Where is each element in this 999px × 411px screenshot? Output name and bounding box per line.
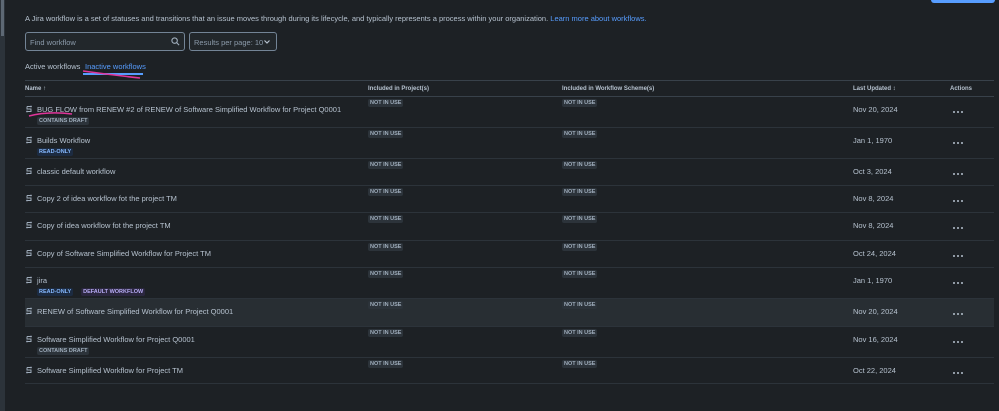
workflow-name-link[interactable]: Builds Workflow — [37, 136, 90, 145]
more-actions-icon[interactable] — [951, 337, 965, 347]
workflow-icon — [25, 221, 33, 229]
intro-text: A Jira workflow is a set of statuses and… — [25, 14, 647, 23]
primary-button[interactable] — [931, 0, 995, 3]
column-updated-header[interactable]: Last Updated ↕ — [853, 86, 896, 92]
table-row[interactable]: Software Simplified Workflow for Project… — [25, 327, 994, 358]
table-header: Name ↑ Included in Project(s) Included i… — [25, 84, 994, 96]
table-row[interactable]: Copy 2 of idea workflow fot the project … — [25, 186, 994, 213]
scrollbar-thumb[interactable] — [1, 0, 4, 36]
scrollbar[interactable] — [0, 0, 5, 411]
projects-lozenge: NOT IN USE — [368, 161, 404, 169]
last-updated-date: Nov 16, 2024 — [853, 335, 898, 344]
more-actions-icon[interactable] — [951, 223, 965, 233]
schemes-lozenge: NOT IN USE — [562, 161, 598, 169]
projects-lozenge: NOT IN USE — [368, 215, 404, 223]
projects-lozenge: NOT IN USE — [368, 188, 404, 196]
table-row[interactable]: RENEW of Software Simplified Workflow fo… — [25, 299, 994, 327]
workflow-icon — [25, 276, 33, 284]
table-row[interactable]: Copy of idea workflow fot the project TM… — [25, 213, 994, 241]
column-schemes-header: Included in Workflow Scheme(s) — [562, 86, 655, 92]
schemes-lozenge: NOT IN USE — [562, 188, 598, 196]
workflow-icon — [25, 167, 33, 175]
workflow-name-link[interactable]: BUG FLOW from RENEW #2 of RENEW of Softw… — [37, 105, 341, 114]
schemes-lozenge: NOT IN USE — [562, 99, 598, 107]
table-row[interactable]: Copy of Software Simplified Workflow for… — [25, 241, 994, 268]
workflow-icon — [25, 136, 33, 144]
table-row[interactable]: Software Simplified Workflow for Project… — [25, 358, 994, 384]
search-input[interactable] — [26, 33, 172, 52]
more-actions-icon[interactable] — [951, 309, 965, 319]
projects-lozenge: NOT IN USE — [368, 99, 404, 107]
column-projects-header: Included in Project(s) — [368, 86, 430, 92]
annotation-underline — [28, 112, 73, 117]
last-updated-date: Jan 1, 1970 — [853, 136, 893, 145]
schemes-lozenge: NOT IN USE — [562, 360, 598, 368]
more-actions-icon[interactable] — [951, 368, 965, 378]
last-updated-date: Oct 3, 2024 — [853, 167, 892, 176]
projects-lozenge: NOT IN USE — [368, 301, 404, 309]
last-updated-date: Nov 20, 2024 — [853, 105, 898, 114]
column-actions-header: Actions — [950, 86, 973, 92]
status-badge: CONTAINS DRAFT — [37, 347, 90, 355]
projects-lozenge: NOT IN USE — [368, 329, 404, 337]
projects-lozenge: NOT IN USE — [368, 243, 404, 251]
workflow-name-link[interactable]: Copy of idea workflow fot the project TM — [37, 221, 171, 230]
more-actions-icon[interactable] — [951, 196, 965, 206]
more-actions-icon[interactable] — [951, 138, 965, 148]
status-badge: READ-ONLY — [37, 148, 74, 156]
workflow-name-link[interactable]: Software Simplified Workflow for Project… — [37, 335, 195, 344]
schemes-lozenge: NOT IN USE — [562, 130, 598, 138]
table-row[interactable]: classic default workflow NOT IN USE NOT IN… — [25, 159, 994, 186]
tabs-divider — [25, 80, 994, 81]
results-per-page-select[interactable]: Results per page: 10 — [189, 32, 277, 51]
workflow-name-link[interactable]: Copy of Software Simplified Workflow for… — [37, 249, 211, 258]
search-field[interactable] — [25, 32, 185, 52]
intro-description: A Jira workflow is a set of statuses and… — [25, 14, 549, 23]
table-row[interactable]: Builds Workflow READ-ONLY NOT IN USE NOT IN… — [25, 128, 994, 159]
last-updated-date: Jan 1, 1970 — [853, 276, 893, 285]
schemes-lozenge: NOT IN USE — [562, 243, 598, 251]
workflow-icon — [25, 366, 33, 374]
schemes-lozenge: NOT IN USE — [562, 301, 598, 309]
last-updated-date: Nov 8, 2024 — [853, 194, 894, 203]
workflow-name-link[interactable]: RENEW of Software Simplified Workflow fo… — [37, 307, 233, 316]
last-updated-date: Oct 22, 2024 — [853, 366, 896, 375]
more-actions-icon[interactable] — [951, 278, 965, 288]
schemes-lozenge: NOT IN USE — [562, 270, 598, 278]
projects-lozenge: NOT IN USE — [368, 360, 404, 368]
workflow-icon — [25, 307, 33, 315]
workflow-icon — [25, 194, 33, 202]
status-badge: DEFAULT WORKFLOW — [81, 288, 146, 296]
more-actions-icon[interactable] — [951, 107, 965, 117]
learn-more-link[interactable]: Learn more about workflows. — [550, 14, 646, 23]
workflow-name-link[interactable]: jira — [37, 276, 47, 285]
schemes-lozenge: NOT IN USE — [562, 215, 598, 223]
projects-lozenge: NOT IN USE — [368, 130, 404, 138]
chevron-down-icon — [264, 40, 270, 44]
more-actions-icon[interactable] — [951, 169, 965, 179]
projects-lozenge: NOT IN USE — [368, 270, 404, 278]
column-name-header[interactable]: Name ↑ — [25, 86, 46, 92]
last-updated-date: Oct 24, 2024 — [853, 249, 896, 258]
results-per-page-label: Results per page: 10 — [194, 38, 264, 47]
last-updated-date: Nov 20, 2024 — [853, 307, 898, 316]
annotation-underline — [82, 70, 141, 79]
workflow-name-link[interactable]: Software Simplified Workflow for Project… — [37, 366, 183, 375]
last-updated-date: Nov 8, 2024 — [853, 221, 894, 230]
workflow-icon — [25, 335, 33, 343]
status-badge: READ-ONLY — [37, 288, 74, 296]
schemes-lozenge: NOT IN USE — [562, 329, 598, 337]
more-actions-icon[interactable] — [951, 251, 965, 261]
search-icon[interactable] — [171, 37, 180, 46]
table-row[interactable]: jira READ-ONLY DEFAULT WORKFLOW NOT IN USE N… — [25, 268, 994, 299]
workflow-name-link[interactable]: classic default workflow — [37, 167, 115, 176]
tab-active-workflows[interactable]: Active workflows — [25, 62, 80, 71]
table-row[interactable]: BUG FLOW from RENEW #2 of RENEW of Softw… — [25, 97, 994, 128]
workflow-icon — [25, 249, 33, 257]
workflow-name-link[interactable]: Copy 2 of idea workflow fot the project … — [37, 194, 177, 203]
